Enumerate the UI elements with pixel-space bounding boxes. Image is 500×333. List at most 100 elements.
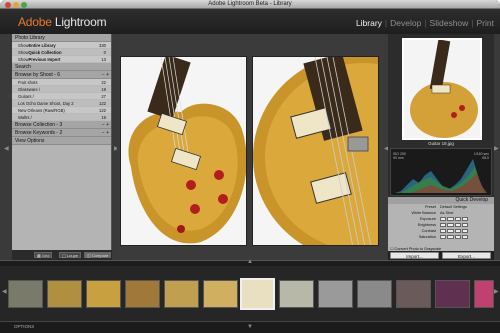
exposure-stepper[interactable] — [440, 217, 468, 221]
search-title: Search — [15, 64, 31, 70]
row-count: 22 — [101, 80, 106, 85]
filmstrip-thumb[interactable] — [86, 280, 121, 308]
row-count: 19 — [101, 87, 106, 92]
row-count: 122 — [99, 101, 106, 106]
module-develop[interactable]: Develop — [390, 18, 421, 28]
filmstrip-thumb[interactable] — [474, 280, 494, 308]
photo-library-title: Photo Library — [15, 35, 45, 41]
window-title: Adobe Lightroom Beta - Library — [208, 1, 292, 7]
row-count: 122 — [99, 108, 106, 113]
row-label: Entire Library — [28, 43, 56, 48]
add-remove-icon[interactable]: − + — [102, 71, 109, 79]
export-button[interactable]: Export... — [442, 252, 491, 259]
filmstrip-thumb[interactable] — [279, 280, 314, 308]
view-options-title: View Options — [15, 138, 45, 144]
options-button[interactable]: OPTIONS — [14, 324, 34, 329]
row-label: Fruit shots — [18, 80, 38, 85]
row-label: Guitars / — [18, 94, 34, 99]
module-picker: Library | Develop | Slideshow | Print — [356, 18, 494, 28]
view-mode-toolbar: ▦ Grid ▢ Loupe ◫ Compare — [12, 250, 112, 260]
browse-keywords-header[interactable]: Browse Keywords - 2 − + — [12, 129, 111, 137]
search-header[interactable]: Search — [12, 63, 111, 71]
filmstrip-thumb[interactable] — [357, 280, 392, 308]
navigator-image — [404, 40, 480, 138]
left-panel-toggle-icon[interactable]: ◀ — [4, 145, 9, 152]
module-separator: | — [384, 18, 388, 28]
right-panel: Guitar 18.jpg ISO 200 90 mm 1/160 sec f/8.… — [388, 34, 494, 260]
filmstrip-thumb-selected[interactable] — [240, 278, 275, 310]
module-slideshow[interactable]: Slideshow — [430, 18, 469, 28]
right-panel-toggle-icon[interactable]: ▶ — [494, 145, 499, 152]
left-panel: Photo Library Show Entire Library 330 Show… — [12, 34, 112, 260]
add-remove-icon[interactable]: − + — [102, 121, 109, 129]
shoot-row[interactable]: Los Ocho Dame Shoot, Day 2 122 — [12, 100, 111, 107]
import-export-bar: Import... Export... — [388, 251, 494, 260]
logo-adobe: Adobe — [18, 15, 52, 29]
saturation-row: Saturation — [388, 234, 494, 240]
grid-view-button[interactable]: ▦ Grid — [34, 252, 53, 258]
app-logo: Adobe Lightroom — [18, 15, 107, 29]
guitar-closeup-image — [253, 57, 378, 245]
browse-shoot-title: Browse by Shoot - 6 — [15, 72, 61, 78]
bottom-toggle-icon[interactable]: ▼ — [247, 324, 253, 330]
shoot-row[interactable]: Guitars / 27 — [12, 93, 111, 100]
grid-label: Grid — [41, 253, 50, 258]
module-library[interactable]: Library — [356, 18, 382, 28]
row-prefix: Show — [18, 57, 29, 62]
navigator-filename: Guitar 18.jpg — [428, 141, 454, 146]
quick-develop-panel: Quick Develop Preset Default Settings Whi… — [388, 197, 494, 257]
filmstrip: ◀ ▶ — [0, 266, 500, 321]
filmstrip-thumb[interactable] — [8, 280, 43, 308]
photo-library-header[interactable]: Photo Library — [12, 34, 111, 42]
histogram: ISO 200 90 mm 1/160 sec f/8.0 — [390, 148, 492, 196]
filmstrip-thumb[interactable] — [396, 280, 431, 308]
filmstrip-thumb[interactable] — [164, 280, 199, 308]
row-count: 27 — [101, 94, 106, 99]
contrast-stepper[interactable] — [440, 229, 468, 233]
row-label: Previous Import — [28, 57, 61, 62]
filmstrip-toggle-icon[interactable]: ▲ — [247, 259, 253, 265]
add-remove-icon[interactable]: − + — [102, 129, 109, 137]
browse-collection-header[interactable]: Browse Collection - 3 − + — [12, 121, 111, 129]
compare-photo-candidate[interactable] — [252, 56, 379, 246]
library-row[interactable]: ShowEntire Library 330 — [12, 42, 111, 49]
row-count: 330 — [99, 43, 106, 48]
title-bar: Adobe Lightroom Beta - Library — [0, 0, 500, 9]
library-row[interactable]: ShowPrevious Import 13 — [12, 56, 111, 63]
filmstrip-thumb[interactable] — [47, 280, 82, 308]
navigator-thumbnail[interactable] — [402, 38, 482, 140]
shoot-row[interactable]: New Orleans (Raw/RGB) 122 — [12, 107, 111, 114]
shoot-row[interactable]: Glassware / 19 — [12, 86, 111, 93]
library-row[interactable]: ShowQuick Collection 0 — [12, 49, 111, 56]
filmstrip-thumb[interactable] — [125, 280, 160, 308]
row-count: 13 — [101, 57, 106, 62]
brightness-stepper[interactable] — [440, 223, 468, 227]
loupe-icon: ▢ — [62, 253, 66, 258]
browse-shoot-header[interactable]: Browse by Shoot - 6 − + — [12, 71, 111, 79]
app-header: Adobe Lightroom Library | Develop | Slidesho… — [0, 9, 500, 34]
loupe-view-button[interactable]: ▢ Loupe — [59, 252, 82, 258]
saturation-label: Saturation — [418, 235, 436, 239]
compare-photo-select[interactable] — [120, 56, 247, 246]
browse-collection-title: Browse Collection - 3 — [15, 122, 63, 128]
browse-keywords-title: Browse Keywords - 2 — [15, 130, 63, 136]
row-count: 19 — [101, 115, 106, 120]
filmstrip-thumb[interactable] — [318, 280, 353, 308]
compare-label: Compare — [91, 253, 109, 258]
saturation-stepper[interactable] — [440, 235, 468, 239]
compare-view-button[interactable]: ◫ Compare — [84, 252, 112, 258]
shoot-row[interactable]: Wallrs / 19 — [12, 114, 111, 121]
shoot-row[interactable]: Fruit shots 22 — [12, 79, 111, 86]
row-label: New Orleans (Raw/RGB) — [18, 108, 65, 113]
filmstrip-scroll-right-icon[interactable]: ▶ — [494, 288, 499, 295]
module-print[interactable]: Print — [477, 18, 494, 28]
filmstrip-thumb[interactable] — [203, 280, 238, 308]
quick-develop-title[interactable]: Quick Develop — [388, 197, 494, 204]
row-label: Wallrs / — [18, 115, 32, 120]
import-button[interactable]: Import... — [390, 252, 439, 259]
filmstrip-scroll-left-icon[interactable]: ◀ — [2, 288, 7, 295]
filmstrip-thumb[interactable] — [435, 280, 470, 308]
view-options-header[interactable]: View Options — [12, 137, 111, 145]
module-separator: | — [471, 18, 474, 28]
row-label: Quick Collection — [28, 50, 62, 55]
